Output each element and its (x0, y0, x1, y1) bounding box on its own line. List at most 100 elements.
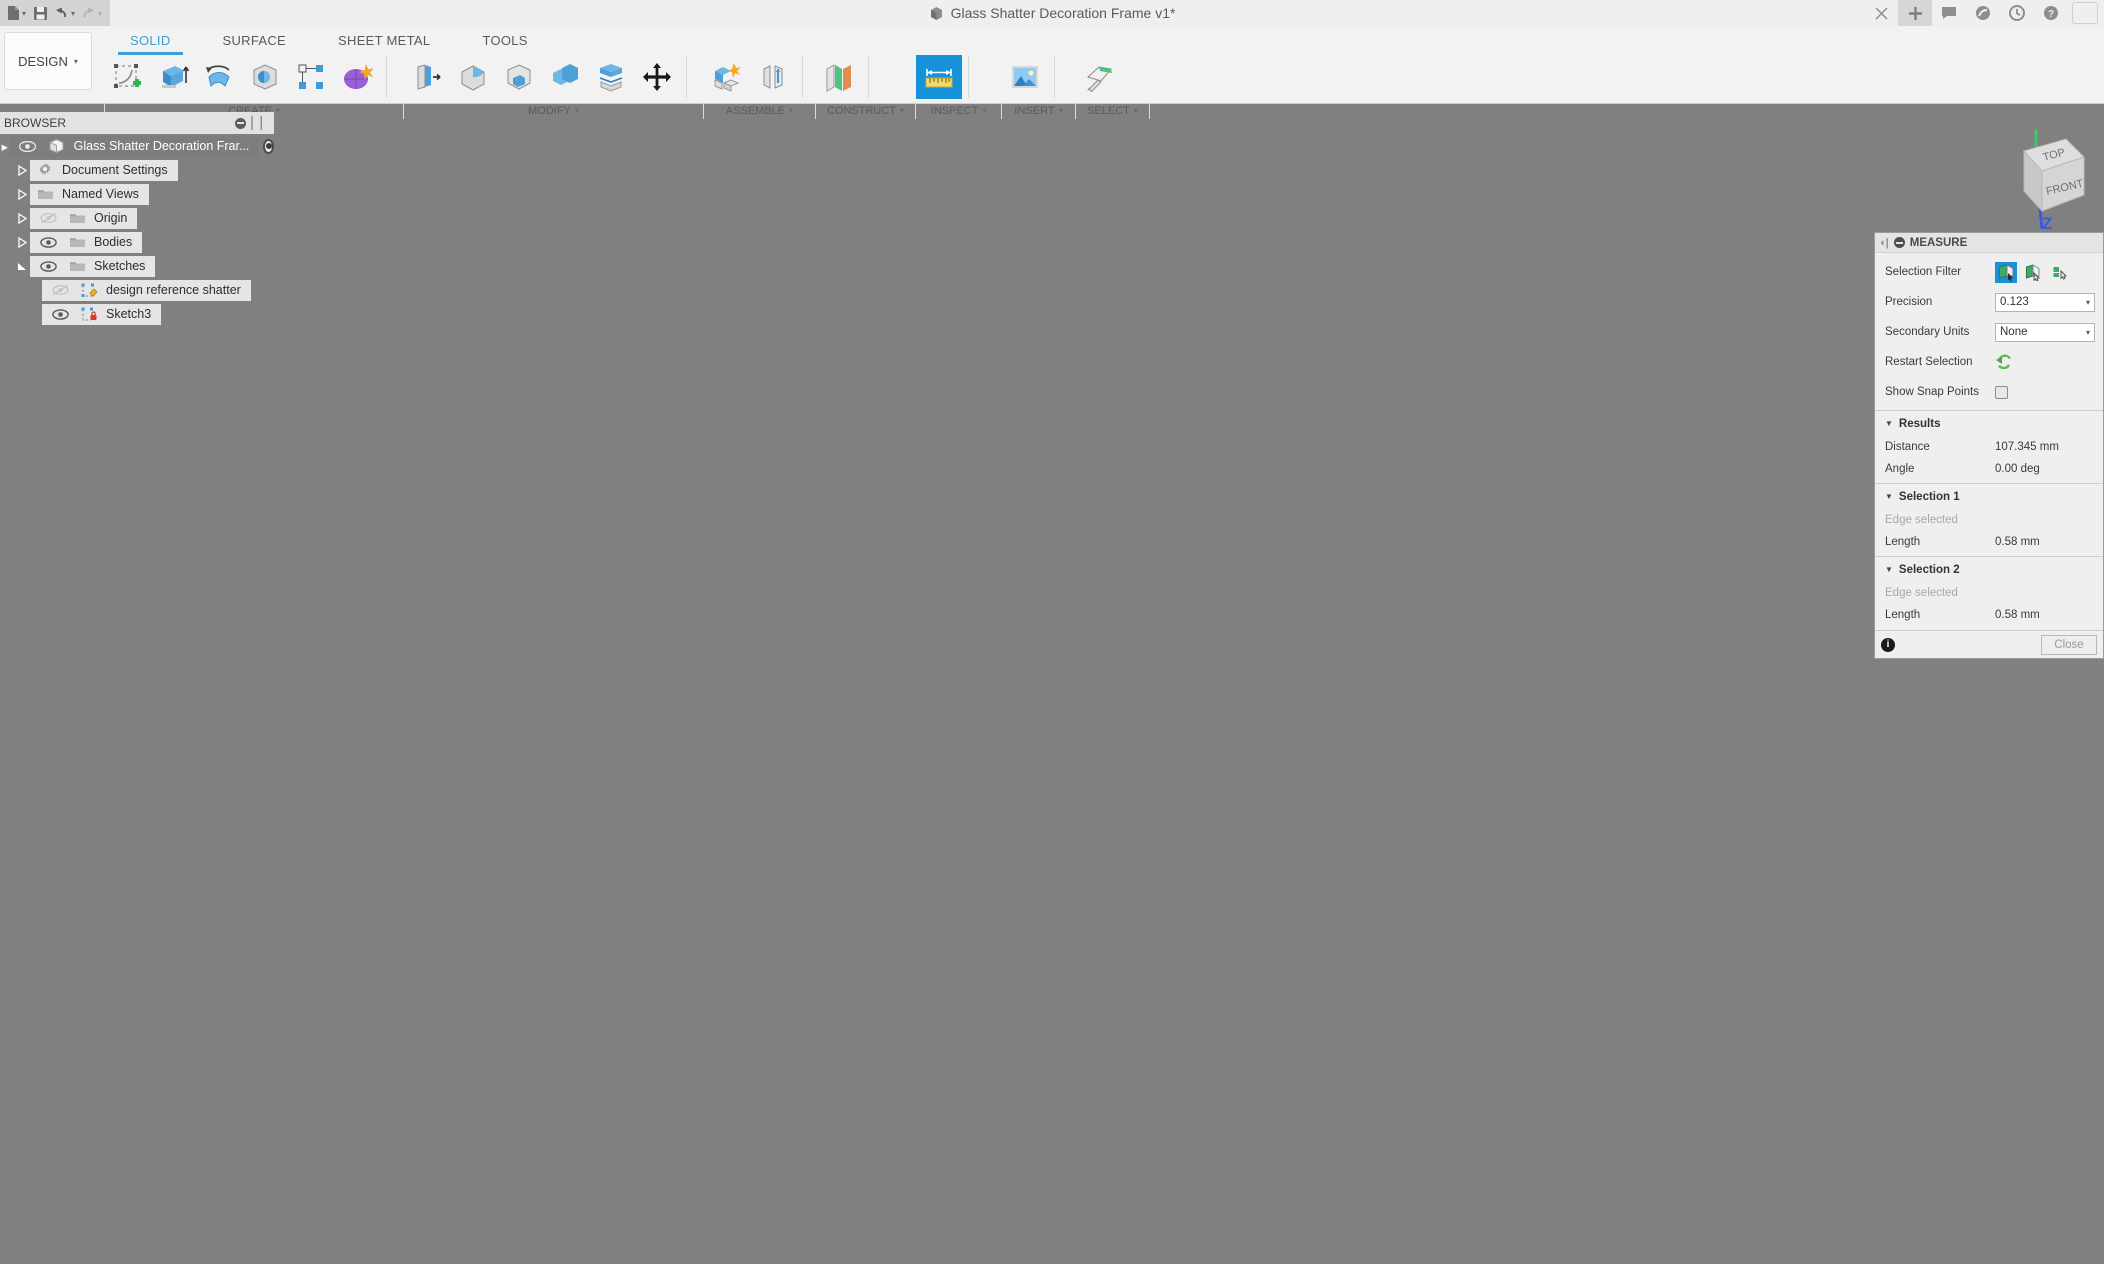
form-icon[interactable] (334, 55, 380, 99)
tree-item-root-row[interactable]: Glass Shatter Decoration Frar... (9, 134, 260, 158)
expand-arrow[interactable] (14, 158, 30, 182)
browser-resize-handle[interactable]: ▏▏ (252, 116, 270, 130)
comment-icon[interactable] (1932, 0, 1966, 26)
collapse-arrow[interactable] (14, 254, 30, 278)
close-button[interactable]: Close (2041, 634, 2097, 655)
shell-icon[interactable] (496, 55, 542, 99)
selection-badge-1[interactable]: 1 (272, 752, 294, 774)
joint-icon[interactable] (750, 55, 796, 99)
workspace-selector[interactable]: DESIGN ▾ (4, 32, 92, 90)
pattern-icon[interactable] (288, 55, 334, 99)
restart-selection-icon[interactable] (1995, 353, 2013, 372)
fillet-icon[interactable] (450, 55, 496, 99)
shatter-frame-model[interactable] (0, 112, 2104, 1264)
select-icon[interactable] (1076, 55, 1122, 99)
canvas-viewport[interactable]: 107.345 mm 1 2 Select objects to measure… (0, 112, 2104, 1264)
info-icon[interactable]: i (1881, 637, 1895, 652)
precision-label: Precision (1885, 296, 1933, 308)
offset-face-icon[interactable] (588, 55, 634, 99)
expand-arrow[interactable] (14, 182, 30, 206)
revolve-icon[interactable] (196, 55, 242, 99)
selection-badge-2[interactable]: 2 (1316, 510, 1338, 532)
undo-icon[interactable]: ▾ (52, 1, 77, 25)
show-snap-points-checkbox[interactable] (1995, 385, 2008, 399)
dialog-grip-icon[interactable]: ◖| (1879, 237, 1889, 249)
plus-icon[interactable] (1898, 0, 1932, 26)
recent-icon[interactable] (2000, 0, 2034, 26)
tree-item-document-settings[interactable]: Document Settings (0, 158, 274, 182)
panel-label-construct[interactable]: CONSTRUCT ▾ (816, 102, 916, 119)
tab-surface[interactable]: SURFACE (197, 31, 313, 51)
selection2-section-header[interactable]: ▼ Selection 2 (1875, 556, 2103, 582)
activate-component-radio[interactable] (263, 138, 274, 154)
panel-label-insert[interactable]: INSERT ▾ (1002, 102, 1076, 119)
visibility-eye-icon[interactable] (36, 230, 60, 254)
visibility-eye-icon[interactable] (48, 302, 72, 326)
tab-sheet-metal[interactable]: SHEET METAL (312, 31, 456, 51)
panel-label-select[interactable]: SELECT ▾ (1076, 102, 1150, 119)
precision-value: 0.123 (2000, 296, 2029, 308)
create-sketch-icon[interactable] (104, 55, 150, 99)
tree-item-root[interactable]: ▸ Glass Shatter Decoration Frar... (0, 134, 274, 158)
new-file-icon[interactable]: ▾ (4, 1, 28, 25)
panel-label-assemble[interactable]: ASSEMBLE ▾ (704, 102, 816, 119)
visibility-eye-off-icon[interactable] (48, 278, 72, 302)
sweep-icon[interactable] (242, 55, 288, 99)
visibility-eye-off-icon[interactable] (36, 206, 60, 230)
secondary-units-select[interactable]: None ▾ (1995, 322, 2095, 342)
notification-icon[interactable] (1966, 0, 2000, 26)
extrude-icon[interactable] (150, 55, 196, 99)
tree-item-sketch3-row[interactable]: Sketch3 (42, 302, 162, 326)
expand-arrow[interactable] (14, 206, 30, 230)
tree-item-design-reference-shatter-row[interactable]: design reference shatter (42, 278, 251, 302)
browser-collapse-icon[interactable] (234, 117, 246, 129)
dialog-collapse-icon[interactable] (1893, 237, 1905, 248)
combine-icon[interactable] (542, 55, 588, 99)
filter-face-icon[interactable] (1995, 261, 2017, 283)
expand-arrow[interactable]: ▸ (0, 134, 10, 158)
selection1-section-header[interactable]: ▼ Selection 1 (1875, 483, 2103, 509)
filter-edge-icon[interactable] (2022, 262, 2044, 283)
tree-item-sketches-row[interactable]: Sketches (30, 254, 156, 278)
measure-dialog-header[interactable]: ◖| MEASURE (1875, 233, 2103, 253)
measure-dialog[interactable]: ◖| MEASURE Selection Filter Precision 0.… (1874, 232, 2104, 659)
panel-label-modify[interactable]: MODIFY ▾ (404, 102, 704, 119)
tree-item-origin[interactable]: Origin (0, 206, 274, 230)
tree-item-origin-row[interactable]: Origin (30, 206, 138, 230)
results-section-header[interactable]: ▼ Results (1875, 410, 2103, 436)
tree-item-named-views[interactable]: Named Views (0, 182, 274, 206)
tree-item-sketch3-label: Sketch3 (106, 307, 152, 321)
expand-arrow[interactable] (14, 230, 30, 254)
tree-item-bodies[interactable]: Bodies (0, 230, 274, 254)
tree-item-document-settings-row[interactable]: Document Settings (30, 159, 178, 181)
measure-icon[interactable] (916, 54, 962, 99)
new-component-icon[interactable] (704, 55, 750, 99)
tab-tools[interactable]: TOOLS (456, 31, 553, 51)
tree-item-design-reference-shatter[interactable]: design reference shatter (0, 278, 274, 302)
titlebar-actions: ? (1864, 0, 2104, 26)
panel-label-modify-text: MODIFY (528, 104, 571, 117)
press-pull-icon[interactable] (404, 55, 450, 99)
tree-item-sketches[interactable]: Sketches (0, 254, 274, 278)
tree-item-bodies-row[interactable]: Bodies (30, 230, 143, 254)
save-icon[interactable] (30, 1, 50, 25)
help-icon[interactable]: ? (2034, 0, 2068, 26)
tab-solid[interactable]: SOLID (104, 31, 197, 55)
sketch-icon (80, 282, 98, 298)
view-cube[interactable]: Z TOP FRONT (1984, 125, 2094, 235)
panel-create (104, 54, 404, 99)
avatar[interactable] (2072, 2, 2098, 24)
filter-vertex-icon[interactable] (2049, 262, 2071, 283)
visibility-eye-icon[interactable] (16, 134, 40, 158)
visibility-eye-icon[interactable] (36, 254, 60, 278)
insert-image-icon[interactable] (1002, 55, 1048, 99)
close-icon[interactable] (1864, 0, 1898, 26)
tree-item-sketch3[interactable]: Sketch3 (0, 302, 274, 326)
precision-select[interactable]: 0.123 ▾ (1995, 292, 2095, 312)
tree-item-named-views-row[interactable]: Named Views (30, 183, 149, 205)
move-copy-icon[interactable] (634, 55, 680, 99)
redo-icon[interactable]: ▾ (79, 1, 104, 25)
panel-label-inspect[interactable]: INSPECT ▾ (916, 102, 1002, 119)
offset-plane-icon[interactable] (816, 55, 862, 99)
secondary-units-value: None (2000, 326, 2028, 338)
